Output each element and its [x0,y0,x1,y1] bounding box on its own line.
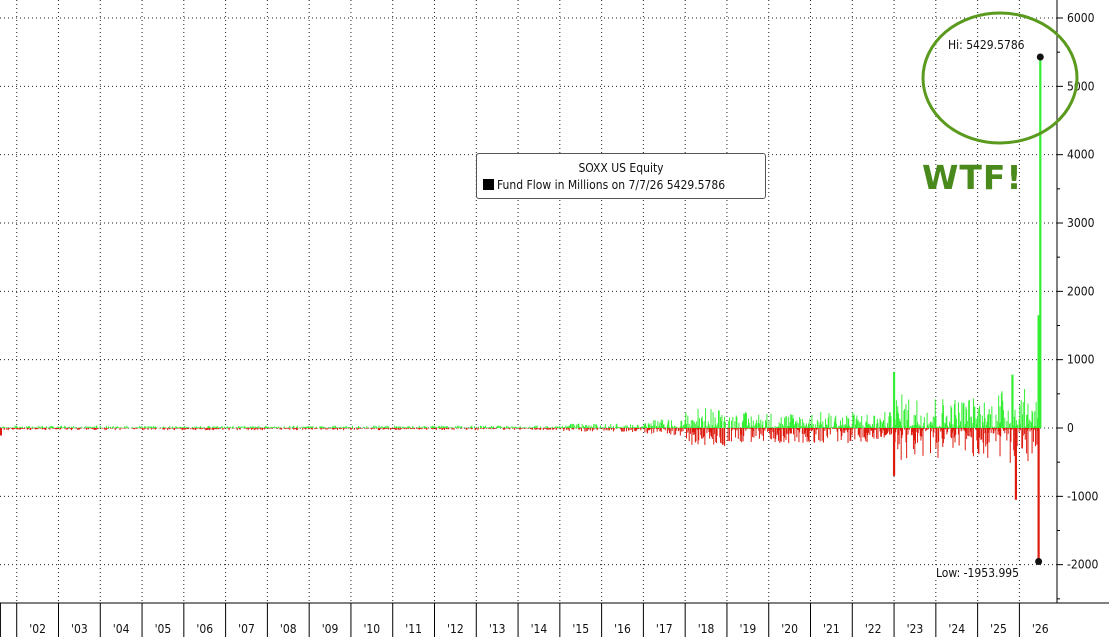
hi-marker [1036,53,1044,61]
chart-legend: SOXX US Equity Fund Flow in Millions on … [476,153,766,199]
x-tick-label: '09 [322,622,339,636]
y-tick-label: 6000 [1067,11,1095,25]
y-tick-label: -2000 [1067,558,1098,572]
x-tick-label: '10 [363,622,380,636]
x-tick-label: '24 [948,622,965,636]
y-tick-label: 4000 [1067,148,1095,162]
legend-swatch [483,179,494,190]
x-tick-label: '20 [781,622,798,636]
legend-title: SOXX US Equity [578,161,664,175]
x-tick-label: '21 [823,622,840,636]
y-tick-label: 2000 [1067,284,1095,298]
x-tick-label: '04 [113,622,130,636]
bar-series [0,56,1042,562]
x-tick-label: '06 [196,622,213,636]
y-tick-label: 1000 [1067,353,1095,367]
legend-series-label: Fund Flow in Millions on 7/7/26 5429.578… [497,178,726,192]
x-tick-label: '12 [447,622,464,636]
x-tick-label: '26 [1032,622,1049,636]
y-tick-label: -1000 [1067,489,1098,503]
x-tick-label: '19 [739,622,756,636]
x-tick-label: '16 [614,622,631,636]
legend-entry: Fund Flow in Millions on 7/7/26 5429.578… [483,178,725,192]
y-tick-label: 0 [1067,421,1074,435]
x-tick-label: '23 [907,622,924,636]
x-tick-label: '13 [489,622,506,636]
x-tick-label: '15 [572,622,589,636]
wtf-annotation: WTF! [922,158,1023,197]
x-tick-label: '14 [531,622,548,636]
hi-low-markers [921,11,1079,566]
hi-label: Hi: 5429.5786 [946,38,1027,52]
low-label: Low: -1953.995 [934,566,1022,580]
y-tick-label: 3000 [1067,216,1095,230]
x-tick-label: '03 [71,622,88,636]
x-tick-label: '18 [698,622,715,636]
y-tick-label: 5000 [1067,79,1095,93]
x-tick-label: '11 [405,622,422,636]
x-tick-label: '07 [238,622,255,636]
x-tick-label: '17 [656,622,673,636]
x-tick-label: '22 [865,622,882,636]
x-tick-label: '05 [155,622,172,636]
highlight-circle [921,11,1079,145]
axes: 6000 5000 4000 3000 2000 1000 0 -1000 -2000 '02 '0… [0,0,1109,637]
grid-lines [0,0,1057,603]
fund-flow-chart: 6000 5000 4000 3000 2000 1000 0 -1000 -2000 '02 '0… [0,0,1109,637]
x-tick-label: '08 [280,622,297,636]
x-tick-label: '25 [990,622,1007,636]
x-tick-label: '02 [29,622,46,636]
low-marker [1035,558,1043,566]
